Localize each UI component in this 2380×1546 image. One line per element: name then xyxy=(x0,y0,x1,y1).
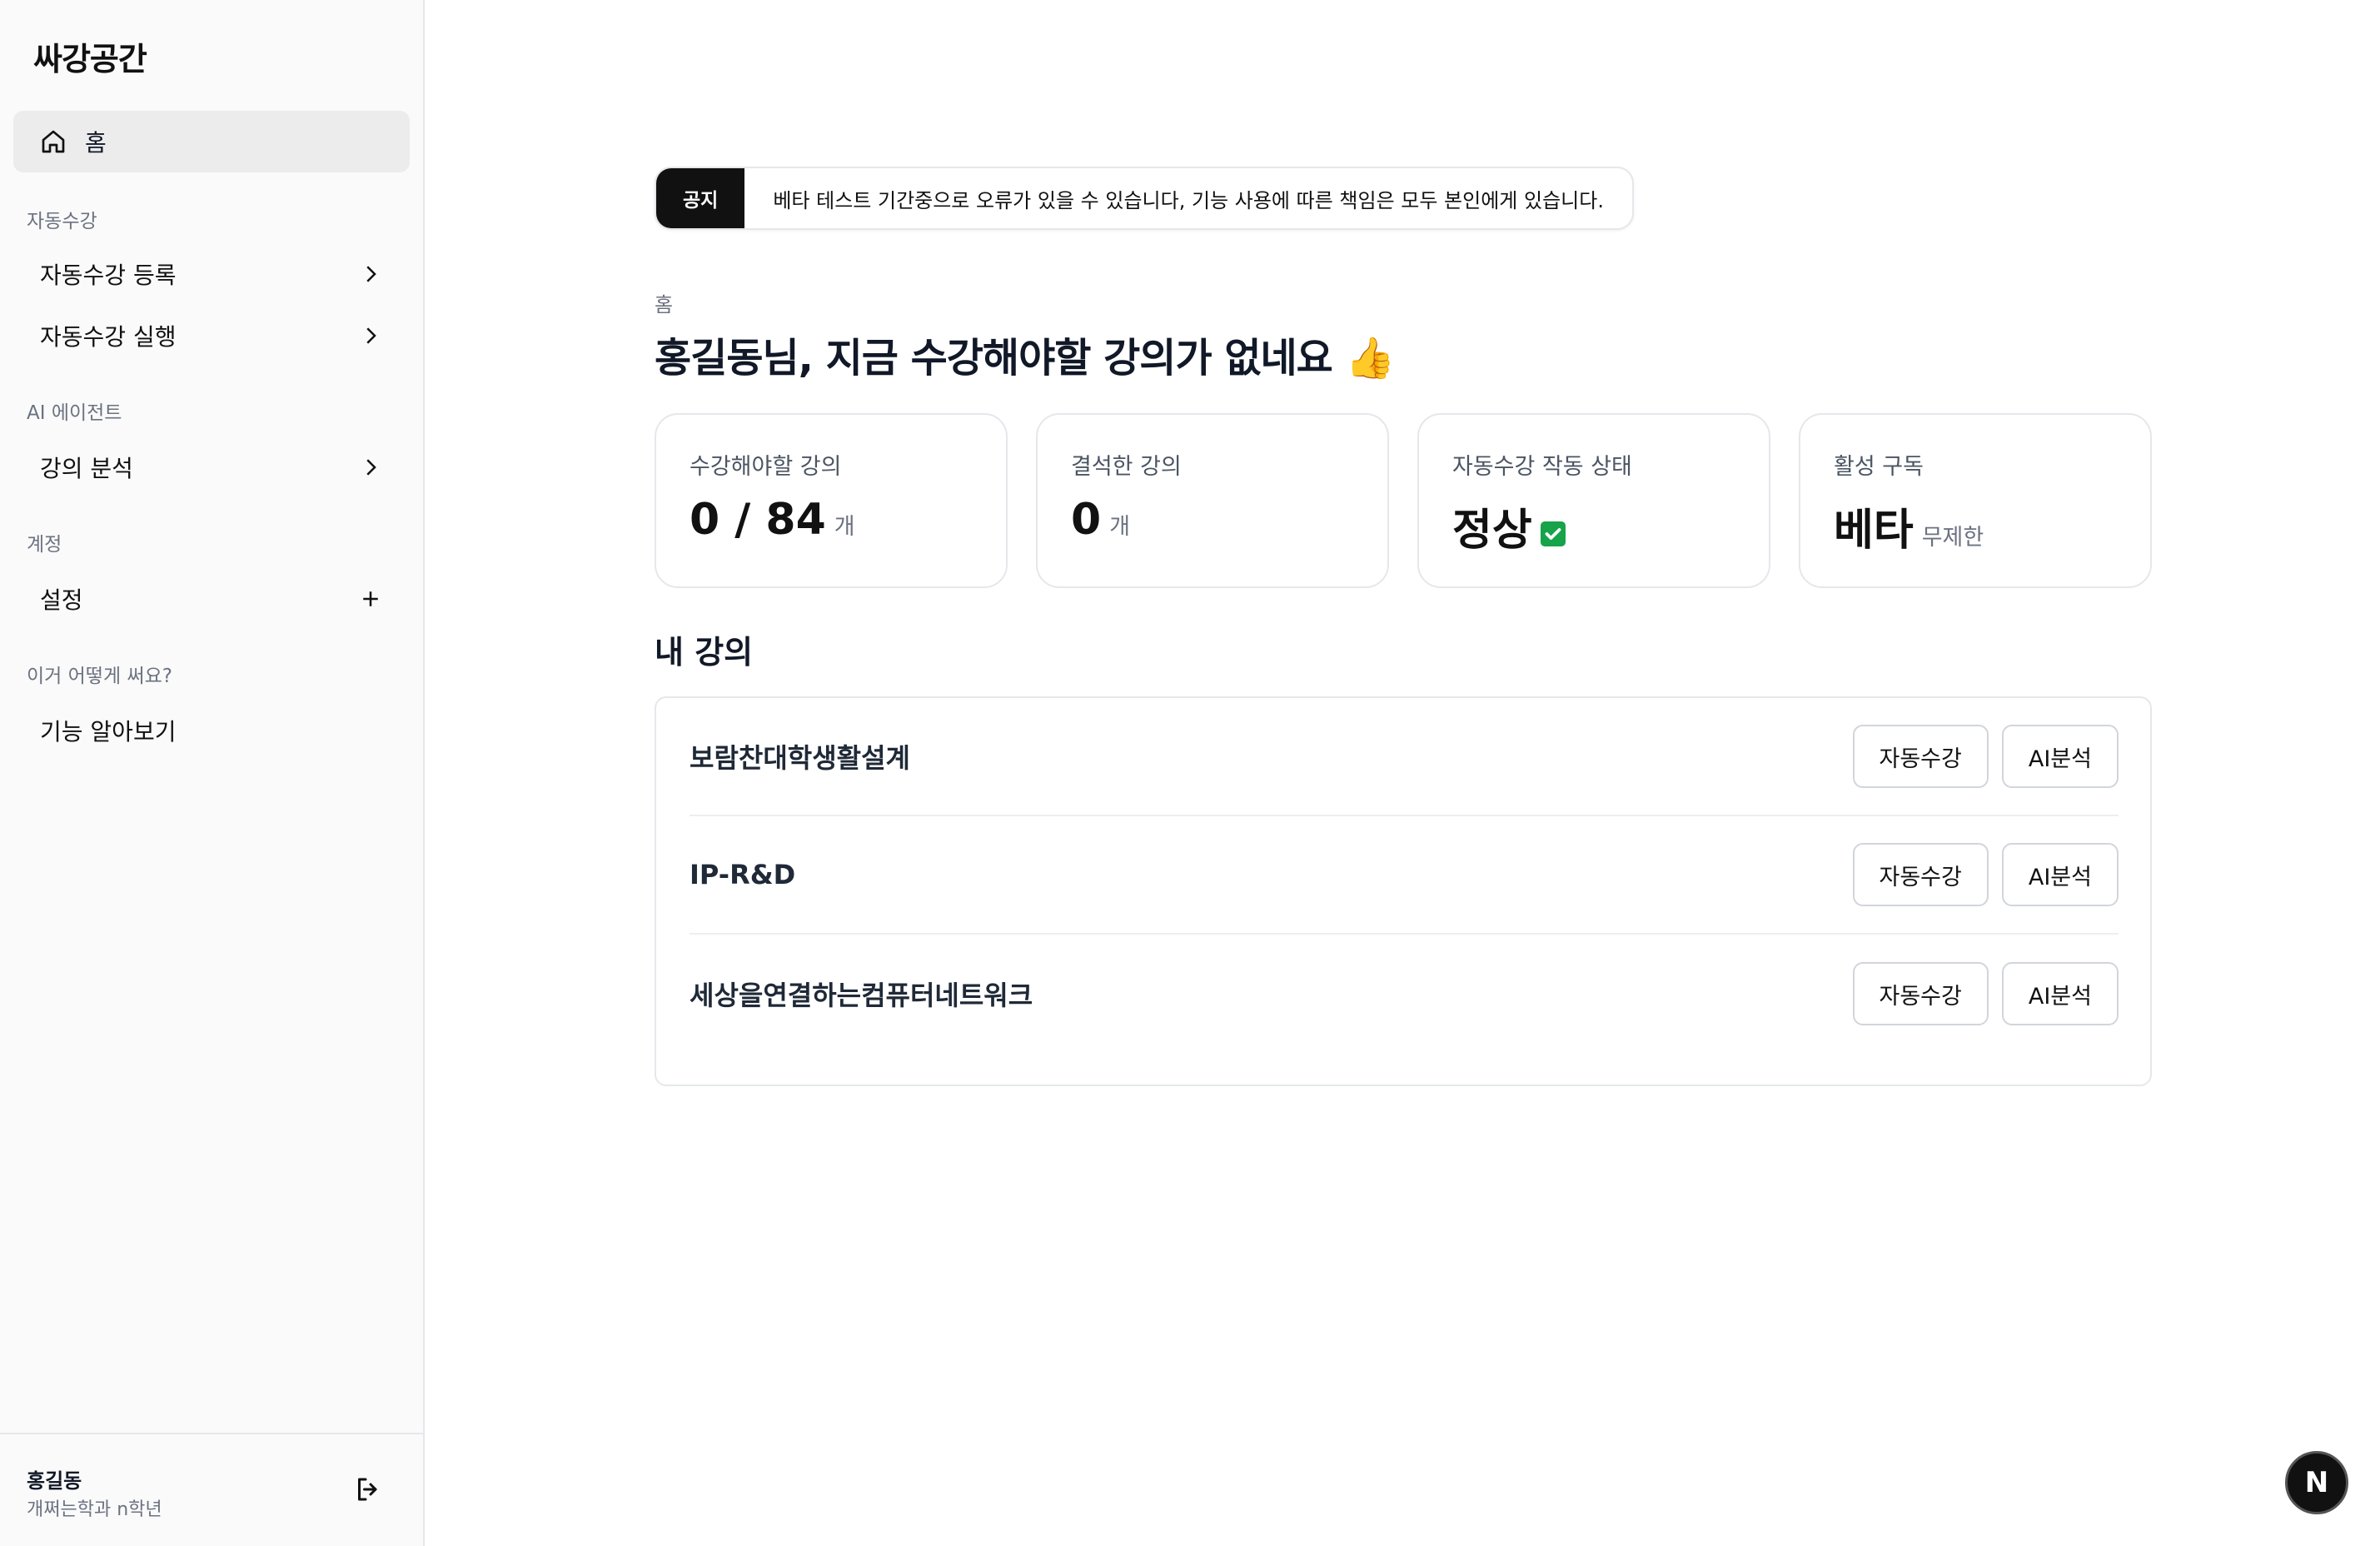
course-list: 보람찬대학생활설계 자동수강 AI분석 IP-R&D 자동수강 AI분석 세상을… xyxy=(655,696,2152,1086)
check-icon xyxy=(1540,521,1566,546)
sidebar-item-features[interactable]: 기능 알아보기 xyxy=(13,700,410,761)
sidebar-item-lecture-analysis[interactable]: 강의 분석 xyxy=(13,436,410,498)
user-name: 홍길동 xyxy=(27,1469,82,1493)
sidebar-item-label: 자동수강 실행 xyxy=(40,323,177,351)
ai-analysis-button[interactable]: AI분석 xyxy=(2001,725,2119,788)
stat-number: 0 xyxy=(1071,495,1102,545)
breadcrumb: 홈 xyxy=(655,293,674,317)
stat-card-absent: 결석한 강의 0 개 xyxy=(1036,413,1389,588)
section-label-help: 이거 어떻게 써요? xyxy=(27,666,172,687)
stat-label: 수강해야할 강의 xyxy=(690,454,842,480)
auto-attend-button[interactable]: 자동수강 xyxy=(1852,962,1989,1025)
sidebar: 싸강공간 홈 자동수강 자동수강 등록 자동수강 실행 AI 에이전트 강의 분… xyxy=(0,0,425,1546)
chevron-right-icon xyxy=(366,459,376,476)
notice-banner: 공지 베타 테스트 기간중으로 오류가 있을 수 있습니다, 기능 사용에 따른… xyxy=(655,167,1634,230)
ai-analysis-button[interactable]: AI분석 xyxy=(2001,962,2119,1025)
page-title: 홍길동님, 지금 수강해야할 강의가 없네요 👍 xyxy=(655,335,1395,382)
home-icon xyxy=(42,130,65,153)
list-item: 보람찬대학생활설계 자동수강 AI분석 xyxy=(690,698,2119,816)
course-name: 보람찬대학생활설계 xyxy=(690,742,910,774)
sidebar-item-auto-run[interactable]: 자동수강 실행 xyxy=(13,305,410,367)
stat-value: 0 개 xyxy=(1071,495,1130,545)
stat-value: 정상 xyxy=(1452,495,1566,557)
sidebar-item-auto-register[interactable]: 자동수강 등록 xyxy=(13,243,410,305)
notice-badge: 공지 xyxy=(656,168,745,228)
chevron-right-icon xyxy=(366,266,376,282)
stat-unit: 개 xyxy=(1109,514,1131,540)
logout-icon[interactable] xyxy=(353,1474,383,1504)
stat-value: 베타 무제한 xyxy=(1834,495,1984,557)
stat-value: 0 / 84 개 xyxy=(690,495,855,545)
floating-n-badge[interactable]: N xyxy=(2285,1451,2348,1514)
sidebar-item-settings[interactable]: 설정 xyxy=(13,568,410,630)
course-name: 세상을연결하는컴퓨터네트워크 xyxy=(690,980,1033,1011)
stat-card-subscription: 활성 구독 베타 무제한 xyxy=(1799,413,2152,588)
sidebar-footer: 홍길동 개쩌는학과 n학년 xyxy=(0,1433,425,1546)
stat-number: 0 / 84 xyxy=(690,495,826,545)
sidebar-item-label: 설정 xyxy=(40,586,83,614)
notice-text: 베타 테스트 기간중으로 오류가 있을 수 있습니다, 기능 사용에 따른 책임… xyxy=(773,188,1604,212)
my-courses-title: 내 강의 xyxy=(655,634,754,671)
section-label-ai: AI 에이전트 xyxy=(27,402,122,424)
stat-label: 자동수강 작동 상태 xyxy=(1452,454,1632,480)
sidebar-item-label: 기능 알아보기 xyxy=(40,718,177,746)
list-item: 세상을연결하는컴퓨터네트워크 자동수강 AI분석 xyxy=(690,935,2119,1053)
user-dept: 개쩌는학과 n학년 xyxy=(27,1499,162,1520)
stat-number: 정상 xyxy=(1452,506,1532,556)
chevron-right-icon xyxy=(366,327,376,344)
plus-icon xyxy=(363,591,378,606)
course-name: IP-R&D xyxy=(690,859,796,890)
list-item: IP-R&D 자동수강 AI분석 xyxy=(690,816,2119,935)
stat-label: 결석한 강의 xyxy=(1071,454,1182,480)
sidebar-item-label: 자동수강 등록 xyxy=(40,262,177,289)
stat-unit: 무제한 xyxy=(1921,525,1984,551)
app-logo[interactable]: 싸강공간 xyxy=(33,33,147,79)
auto-attend-button[interactable]: 자동수강 xyxy=(1852,843,1989,906)
stat-number: 베타 xyxy=(1834,506,1914,556)
section-label-account: 계정 xyxy=(27,534,62,556)
stat-label: 활성 구독 xyxy=(1834,454,1924,480)
sidebar-item-label: 홈 xyxy=(85,129,107,157)
stat-unit: 개 xyxy=(834,514,855,540)
stat-card-required: 수강해야할 강의 0 / 84 개 xyxy=(655,413,1008,588)
auto-attend-button[interactable]: 자동수강 xyxy=(1852,725,1989,788)
sidebar-item-label: 강의 분석 xyxy=(40,455,133,482)
ai-analysis-button[interactable]: AI분석 xyxy=(2001,843,2119,906)
stat-card-auto-status: 자동수강 작동 상태 정상 xyxy=(1417,413,1770,588)
section-label-auto: 자동수강 xyxy=(27,211,97,232)
sidebar-item-home[interactable]: 홈 xyxy=(13,111,410,172)
